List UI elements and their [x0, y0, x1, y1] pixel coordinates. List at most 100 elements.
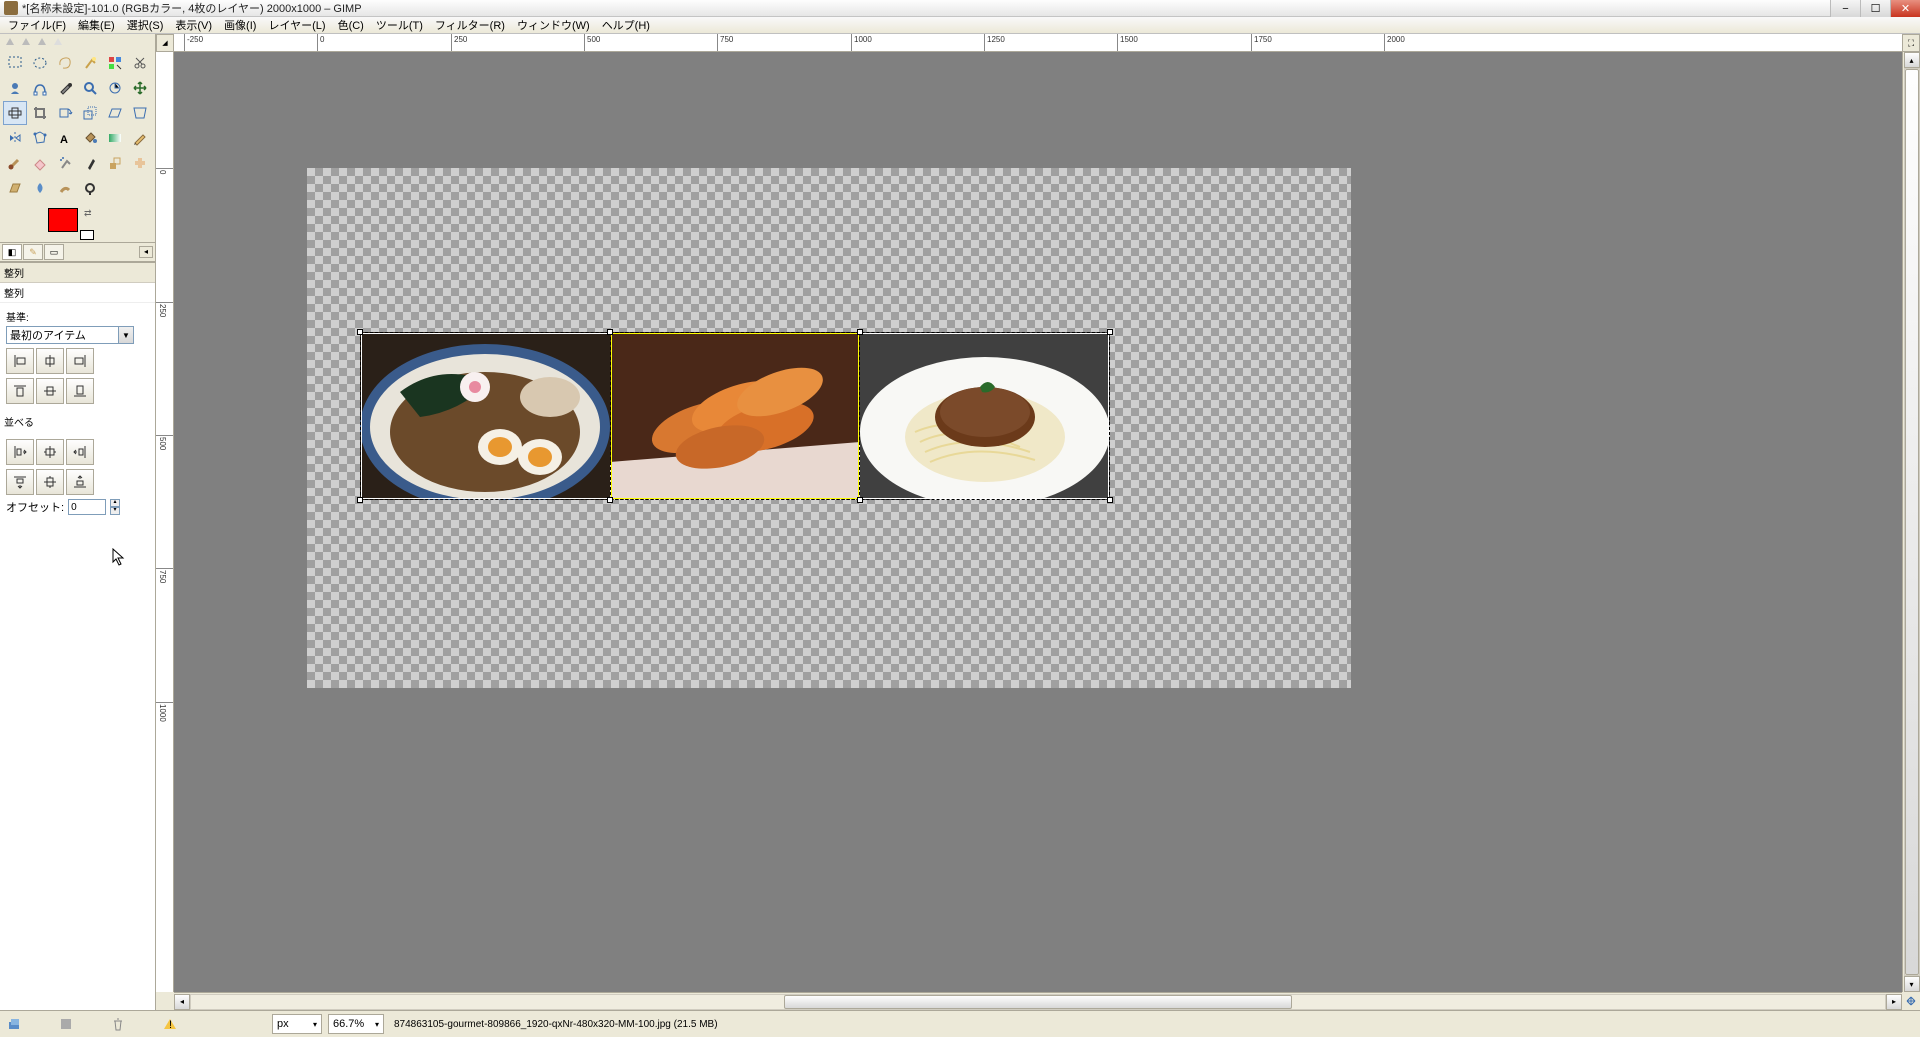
tool-perspective[interactable] [128, 101, 152, 125]
ruler-vertical[interactable]: 0 250 500 750 1000 [156, 52, 174, 992]
tab-device-status[interactable]: ✎ [23, 244, 43, 260]
offset-input[interactable] [68, 499, 106, 515]
layer-image-2-selected[interactable] [610, 332, 860, 500]
handle-sw[interactable] [607, 497, 613, 503]
scroll-v-thumb[interactable] [1905, 69, 1919, 975]
offset-up[interactable]: ▴ [110, 499, 120, 507]
tool-pencil[interactable] [128, 126, 152, 150]
tab-menu-icon[interactable]: ◂ [139, 246, 153, 258]
layer-image-3[interactable] [860, 332, 1110, 500]
tool-scale[interactable] [78, 101, 102, 125]
tool-blur[interactable] [28, 176, 52, 200]
menu-edit[interactable]: 編集(E) [72, 17, 121, 33]
status-delete-icon[interactable] [108, 1014, 128, 1034]
distribute-bottom-button[interactable] [66, 469, 94, 495]
align-vcenter-button[interactable] [36, 378, 64, 404]
handle-se[interactable] [857, 497, 863, 503]
menu-tools[interactable]: ツール(T) [370, 17, 429, 33]
menu-image[interactable]: 画像(I) [218, 17, 262, 33]
tool-paintbrush[interactable] [3, 151, 27, 175]
tool-zoom[interactable] [78, 76, 102, 100]
scrollbar-vertical[interactable]: ▴ ▾ [1902, 52, 1920, 992]
background-color-swatch[interactable] [80, 230, 94, 240]
reference-select[interactable]: 最初のアイテム ▼ [6, 326, 134, 344]
close-button[interactable]: ✕ [1890, 0, 1920, 17]
canvas-viewport[interactable] [174, 52, 1902, 992]
handle-nw[interactable] [607, 329, 613, 335]
scroll-v-down-icon[interactable]: ▾ [1904, 976, 1920, 992]
scrollbar-horizontal[interactable]: ◂ ▸ [174, 992, 1902, 1010]
scroll-v-up-icon[interactable]: ▴ [1904, 52, 1920, 68]
tool-flip[interactable] [3, 126, 27, 150]
ruler-origin-corner[interactable]: ◢ [156, 34, 174, 52]
foreground-color-swatch[interactable] [48, 208, 78, 232]
tool-color-picker[interactable] [53, 76, 77, 100]
handle-outer-se[interactable] [1107, 497, 1113, 503]
tool-fuzzy-select[interactable] [78, 51, 102, 75]
tool-rect-select[interactable] [3, 51, 27, 75]
minimize-button[interactable]: − [1830, 0, 1860, 17]
align-left-button[interactable] [6, 348, 34, 374]
tool-heal[interactable] [128, 151, 152, 175]
status-reset-icon[interactable] [56, 1014, 76, 1034]
menu-filters[interactable]: フィルター(R) [429, 17, 511, 33]
distribute-vcenter-button[interactable] [36, 469, 64, 495]
tool-smudge[interactable] [53, 176, 77, 200]
offset-down[interactable]: ▾ [110, 507, 120, 515]
tool-clone[interactable] [103, 151, 127, 175]
tool-ellipse-select[interactable] [28, 51, 52, 75]
tool-color-select[interactable] [103, 51, 127, 75]
distribute-right-button[interactable] [66, 439, 94, 465]
tool-cage[interactable] [28, 126, 52, 150]
distribute-left-button[interactable] [6, 439, 34, 465]
tool-scissors[interactable] [128, 51, 152, 75]
tool-text[interactable]: A [53, 126, 77, 150]
tool-foreground-select[interactable] [3, 76, 27, 100]
layer-image-1[interactable] [360, 332, 610, 500]
align-hcenter-button[interactable] [36, 348, 64, 374]
tool-bucket-fill[interactable] [78, 126, 102, 150]
handle-ne[interactable] [857, 329, 863, 335]
zoom-fit-button[interactable]: ⛶ [1902, 34, 1920, 52]
align-bottom-button[interactable] [66, 378, 94, 404]
menu-select[interactable]: 選択(S) [121, 17, 170, 33]
align-top-button[interactable] [6, 378, 34, 404]
ruler-horizontal[interactable]: -250 0 250 500 750 1000 1250 1500 1750 2… [174, 34, 1902, 52]
tool-shear[interactable] [103, 101, 127, 125]
maximize-button[interactable]: ☐ [1860, 0, 1890, 17]
handle-outer-sw[interactable] [357, 497, 363, 503]
menu-window[interactable]: ウィンドウ(W) [511, 17, 596, 33]
tool-blend[interactable] [103, 126, 127, 150]
scroll-h-thumb[interactable] [784, 995, 1292, 1009]
distribute-top-button[interactable] [6, 469, 34, 495]
tool-eraser[interactable] [28, 151, 52, 175]
tool-perspective-clone[interactable] [3, 176, 27, 200]
menu-view[interactable]: 表示(V) [169, 17, 218, 33]
tool-free-select[interactable] [53, 51, 77, 75]
tool-ink[interactable] [78, 151, 102, 175]
menu-help[interactable]: ヘルプ(H) [596, 17, 656, 33]
tool-move[interactable] [128, 76, 152, 100]
tool-airbrush[interactable] [53, 151, 77, 175]
scroll-h-left-icon[interactable]: ◂ [174, 994, 190, 1010]
tool-rotate[interactable] [53, 101, 77, 125]
scroll-h-right-icon[interactable]: ▸ [1886, 994, 1902, 1010]
menu-file[interactable]: ファイル(F) [2, 17, 72, 33]
swap-colors-icon[interactable]: ⇄ [84, 208, 92, 219]
navigation-corner-icon[interactable] [1902, 992, 1920, 1010]
status-layers-icon[interactable] [4, 1014, 24, 1034]
handle-outer-ne[interactable] [1107, 329, 1113, 335]
distribute-hcenter-button[interactable] [36, 439, 64, 465]
tool-measure[interactable] [103, 76, 127, 100]
tool-align[interactable] [3, 101, 27, 125]
handle-outer-nw[interactable] [357, 329, 363, 335]
tab-tool-options[interactable]: ◧ [2, 244, 22, 260]
tool-crop[interactable] [28, 101, 52, 125]
status-warning-icon[interactable]: ! [160, 1014, 180, 1034]
tool-dodge[interactable] [78, 176, 102, 200]
align-right-button[interactable] [66, 348, 94, 374]
zoom-select[interactable]: 66.7%▾ [328, 1014, 384, 1034]
menu-layer[interactable]: レイヤー(L) [262, 17, 331, 33]
menu-color[interactable]: 色(C) [332, 17, 370, 33]
unit-select[interactable]: px▾ [272, 1014, 322, 1034]
